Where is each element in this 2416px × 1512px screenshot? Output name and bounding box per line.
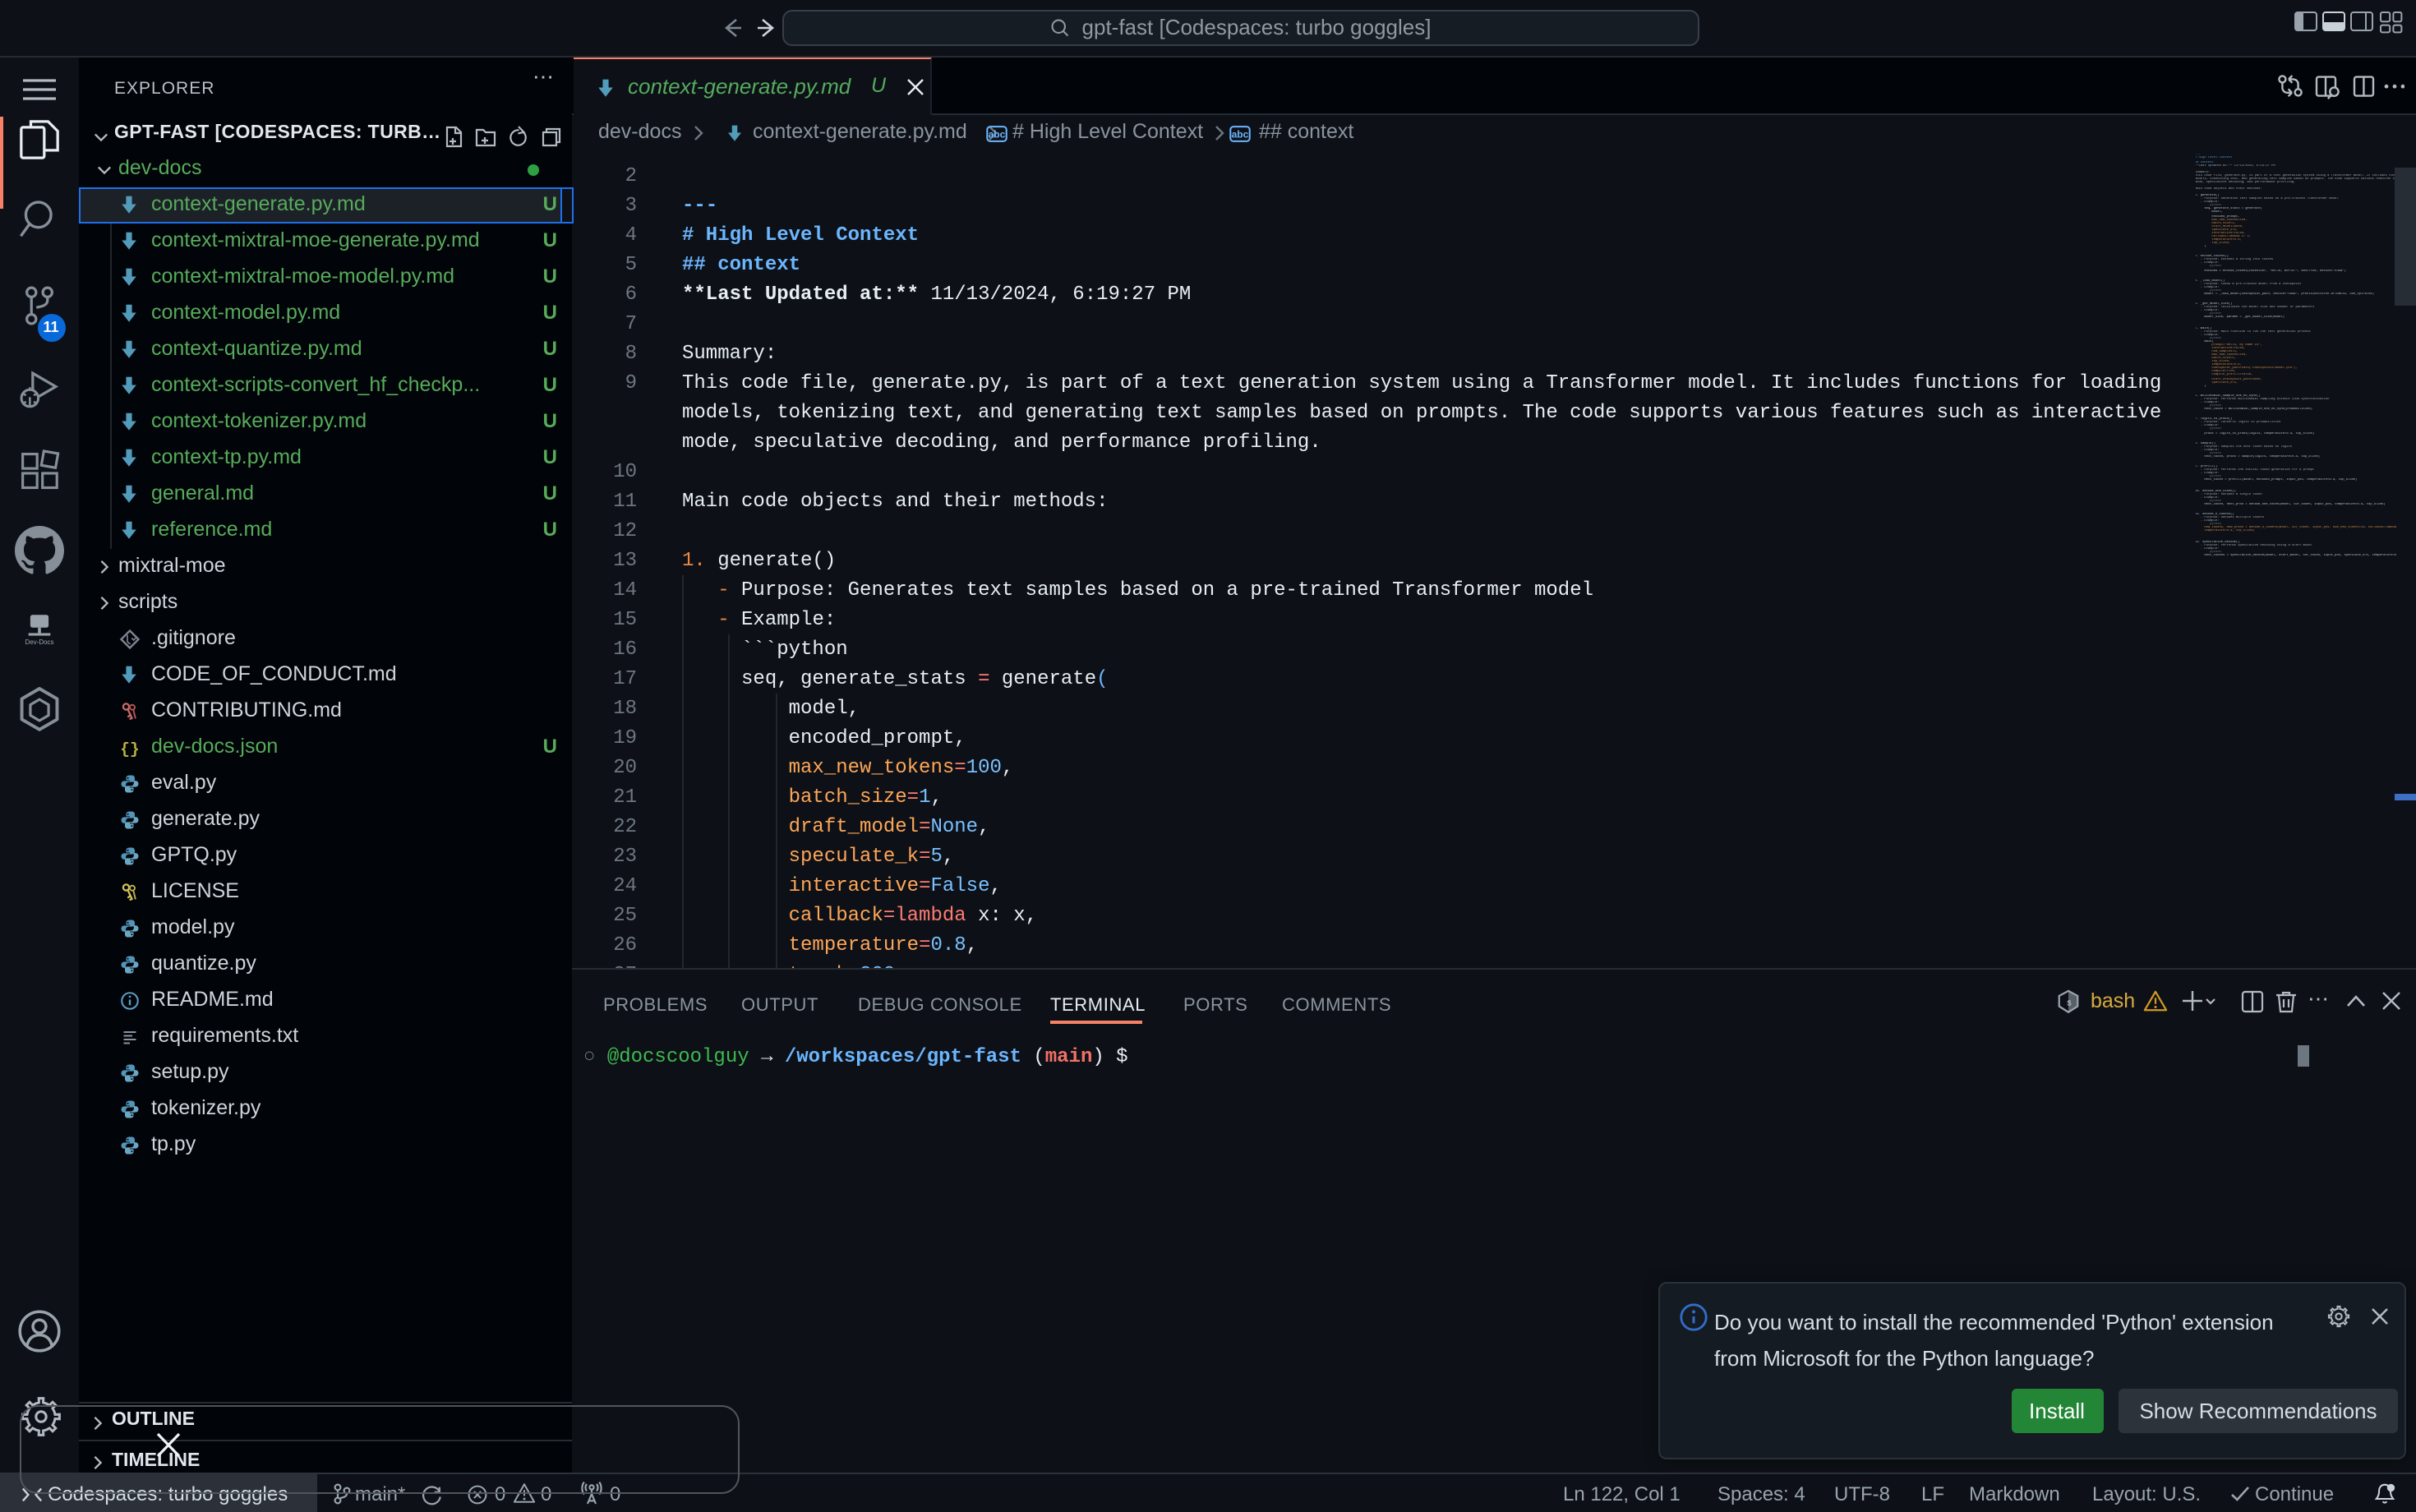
svg-text:$: $ bbox=[2067, 999, 2072, 1008]
svg-text:abc: abc bbox=[989, 129, 1006, 141]
svg-text:Dev-Docs: Dev-Docs bbox=[25, 638, 53, 645]
svg-text:{}: {} bbox=[119, 740, 138, 758]
svg-text:abc: abc bbox=[1232, 129, 1249, 141]
